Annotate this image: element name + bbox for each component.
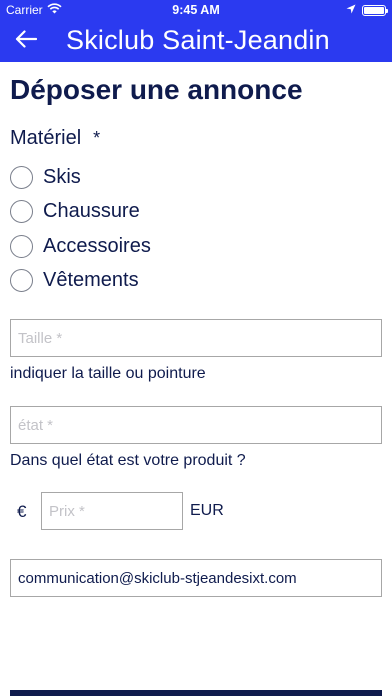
radio-option-accessoires[interactable]: Accessoires (10, 235, 151, 258)
arrow-left-icon (15, 29, 38, 53)
taille-helper: indiquer la taille ou pointure (10, 365, 206, 382)
status-bar: Carrier 9:45 AM (0, 0, 392, 20)
prix-input[interactable] (41, 492, 183, 530)
radio-button[interactable] (10, 200, 33, 223)
battery-icon (362, 4, 388, 16)
radio-label: Vêtements (43, 269, 139, 291)
bottom-action-bar[interactable] (10, 690, 382, 696)
currency-label: EUR (190, 502, 224, 519)
radio-button[interactable] (10, 235, 33, 258)
radio-option-vetements[interactable]: Vêtements (10, 269, 139, 292)
taille-input[interactable] (10, 319, 382, 357)
radio-button[interactable] (10, 269, 33, 292)
required-mark: * (93, 128, 101, 148)
back-button[interactable] (12, 28, 40, 54)
radio-option-chaussure[interactable]: Chaussure (10, 200, 140, 223)
etat-helper: Dans quel état est votre produit ? (10, 452, 246, 469)
radio-label: Skis (43, 166, 81, 188)
location-arrow-icon (346, 3, 356, 17)
nav-title: Skiclub Saint-Jeandin (66, 25, 330, 55)
page-title: Déposer une annonce (10, 74, 303, 105)
etat-input[interactable] (10, 406, 382, 444)
euro-symbol: € (17, 502, 27, 521)
radio-label: Accessoires (43, 235, 151, 257)
email-field[interactable] (10, 559, 382, 597)
nav-bar: Skiclub Saint-Jeandin (0, 20, 392, 62)
materiel-label-text: Matériel (10, 127, 82, 149)
radio-option-skis[interactable]: Skis (10, 166, 81, 189)
clock: 9:45 AM (172, 3, 220, 17)
battery-level (364, 6, 384, 14)
radio-button[interactable] (10, 166, 33, 189)
materiel-label: Matériel * (10, 127, 100, 150)
status-right (346, 3, 388, 17)
radio-label: Chaussure (43, 200, 140, 222)
